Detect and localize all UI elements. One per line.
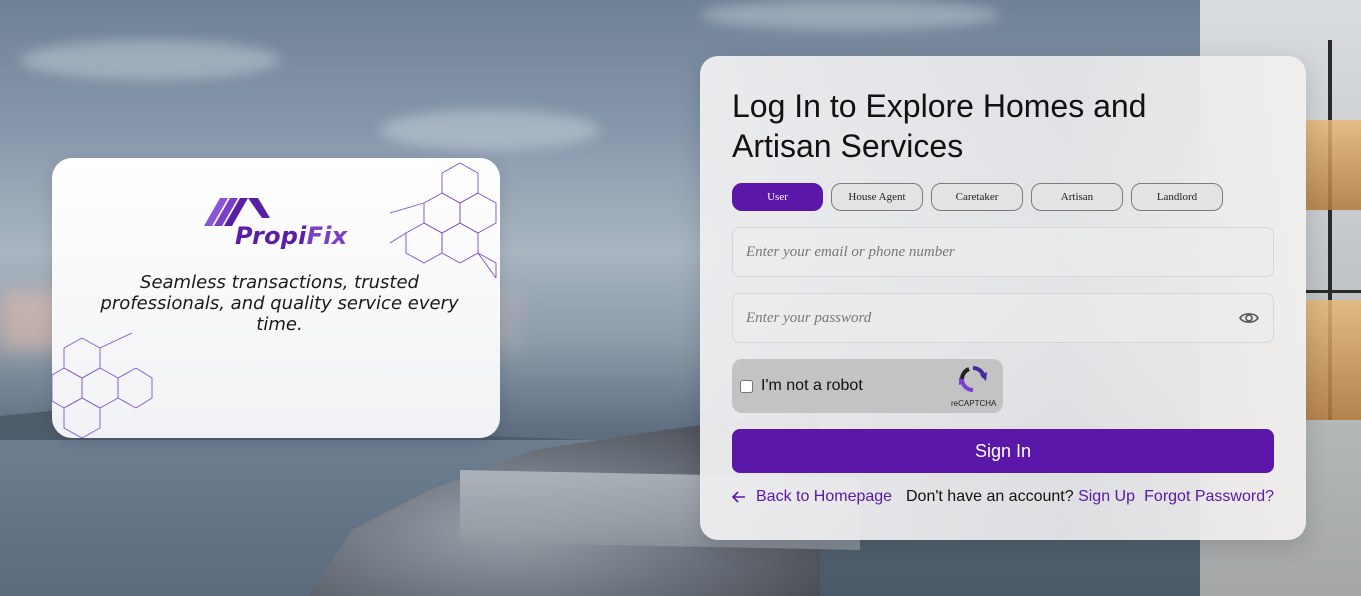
role-tab-artisan[interactable]: Artisan (1031, 183, 1123, 211)
propifix-logo[interactable]: PropiFix (204, 196, 354, 256)
sign-in-button[interactable]: Sign In (732, 429, 1274, 473)
role-tab-landlord[interactable]: Landlord (1131, 183, 1223, 211)
login-links: Back to Homepage Don't have an account? … (732, 488, 1274, 508)
hexagon-pattern-decoration (390, 162, 497, 278)
role-tabs: User House Agent Caretaker Artisan Landl… (732, 183, 1223, 211)
password-field-wrapper (732, 293, 1274, 343)
recaptcha-text: reCAPTCHA (951, 399, 997, 408)
back-label: Back to Homepage (756, 488, 893, 505)
recaptcha-widget: I'm not a robot reCAPTCHA (732, 359, 1003, 413)
login-card: Log In to Explore Homes and Artisan Serv… (700, 56, 1306, 540)
role-tab-caretaker[interactable]: Caretaker (931, 183, 1023, 211)
forgot-password-link[interactable]: Forgot Password? (1144, 488, 1274, 506)
email-field-wrapper (732, 227, 1274, 277)
recaptcha-icon (959, 365, 987, 392)
role-tab-house-agent[interactable]: House Agent (831, 183, 923, 211)
recaptcha-badge: reCAPTCHA (951, 365, 997, 408)
brand-card: PropiFix Seamless transactions, trusted … (52, 158, 500, 438)
captcha-label: I'm not a robot (761, 377, 863, 394)
hexagon-pattern-decoration (52, 332, 153, 438)
back-to-homepage-link[interactable]: Back to Homepage (732, 488, 892, 506)
no-account-text: Don't have an account? Sign Up (906, 488, 1135, 505)
login-title: Log In to Explore Homes and Artisan Serv… (732, 88, 1147, 164)
role-tab-user[interactable]: User (732, 183, 823, 211)
arrow-left-icon (732, 491, 745, 503)
captcha-checkbox[interactable] (740, 379, 753, 393)
email-field[interactable] (746, 243, 1260, 261)
password-field[interactable] (746, 309, 1238, 327)
eye-icon[interactable] (1238, 307, 1260, 329)
sign-up-link[interactable]: Sign Up (1078, 488, 1135, 505)
brand-name: PropiFix (235, 222, 348, 250)
brand-tagline: Seamless transactions, trusted professio… (100, 272, 459, 335)
